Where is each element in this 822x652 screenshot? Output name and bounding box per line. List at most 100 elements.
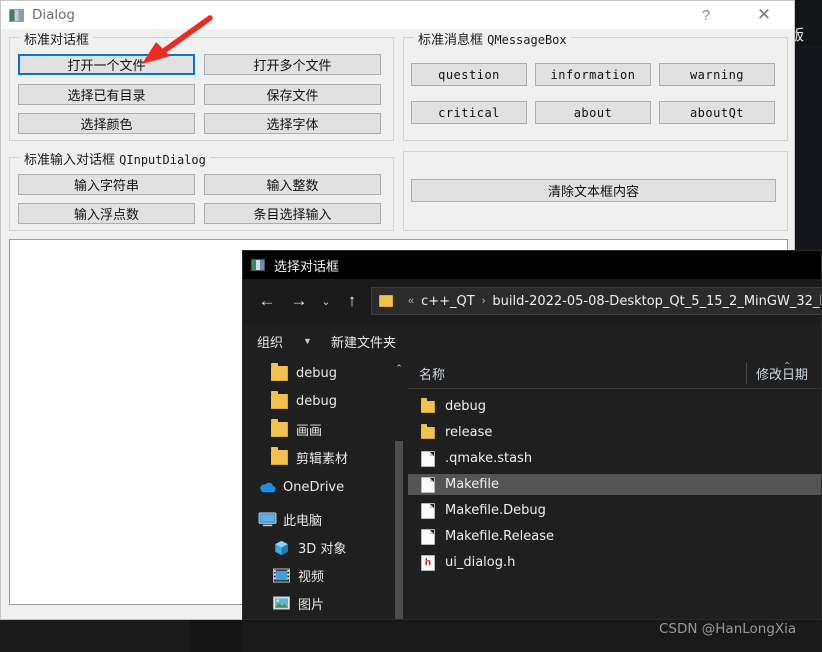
table-row[interactable]: Makefile.Debug 2022/5/8 15:05 <box>408 500 821 521</box>
column-header-date[interactable]: 修改日期 <box>756 359 808 388</box>
sidebar-item-label: 视频 <box>298 569 325 585</box>
organize-button[interactable]: 组织 <box>257 323 283 359</box>
group-message-box-title-en: QMessageBox <box>487 33 567 47</box>
group-standard-dialogs-title: 标准对话框 <box>20 29 94 48</box>
file-name: Makefile.Release <box>445 529 554 544</box>
breadcrumb-item-0[interactable]: c++_QT <box>421 294 475 309</box>
table-row[interactable]: Makefile.Release 2022/5/8 15:05 <box>408 526 821 547</box>
select-color-button[interactable]: 选择颜色 <box>18 113 195 134</box>
sidebar-item-onedrive[interactable]: OneDrive <box>258 473 344 501</box>
open-multiple-files-button[interactable]: 打开多个文件 <box>204 54 381 75</box>
folder-icon <box>271 362 288 381</box>
file-icon <box>421 502 435 519</box>
file-dialog-titlebar: 选择对话框 <box>243 251 821 279</box>
help-icon[interactable]: ? <box>684 1 728 29</box>
watermark-text: CSDN @HanLongXia <box>659 621 797 637</box>
new-folder-button[interactable]: 新建文件夹 <box>331 323 396 359</box>
file-name: ui_dialog.h <box>445 555 516 570</box>
computer-icon <box>258 511 277 527</box>
breadcrumb-separator-0: › <box>481 295 486 307</box>
msgbox-critical-button[interactable]: critical <box>411 101 527 124</box>
breadcrumb-item-1[interactable]: build-2022-05-08-Desktop_Qt_5_15_2_MinGW… <box>492 294 821 309</box>
sidebar-item-label: 3D 对象 <box>298 541 347 557</box>
table-row[interactable]: h ui_dialog.h 2022/5/8 15:05 <box>408 552 821 573</box>
msgbox-about-button[interactable]: about <box>535 101 651 124</box>
folder-icon <box>379 295 393 307</box>
group-message-box-title: 标准消息框 QMessageBox <box>414 29 571 48</box>
file-icon <box>421 450 435 467</box>
group-message-box-title-cn: 标准消息框 <box>418 33 484 48</box>
group-input-dialogs-title-en: QInputDialog <box>119 153 206 167</box>
group-message-box: 标准消息框 QMessageBox <box>403 29 788 141</box>
file-name: debug <box>445 399 486 414</box>
table-row[interactable]: release 2022/5/8 15:05 <box>408 422 821 443</box>
sidebar-item-debug-1[interactable]: debug <box>271 359 337 387</box>
input-item-select-button[interactable]: 条目选择输入 <box>204 203 381 224</box>
table-row[interactable]: debug 2022/5/12 19:59 <box>408 396 821 417</box>
msgbox-question-button[interactable]: question <box>411 63 527 86</box>
qt-window-title: Dialog <box>32 7 75 23</box>
video-icon <box>273 567 290 583</box>
sidebar-item-label: debug <box>296 365 337 381</box>
header-file-icon: h <box>421 554 435 571</box>
msgbox-warning-button[interactable]: warning <box>659 63 775 86</box>
column-header-name[interactable]: 名称 <box>419 359 445 388</box>
input-float-button[interactable]: 输入浮点数 <box>18 203 195 224</box>
column-divider <box>746 363 747 384</box>
sidebar-item-documents[interactable]: 文档 <box>273 617 324 619</box>
table-row[interactable]: Makefile 2022/5/8 15:05 <box>408 474 821 495</box>
chevron-down-icon[interactable]: ▼ <box>303 323 312 359</box>
select-existing-directory-button[interactable]: 选择已有目录 <box>18 84 195 105</box>
input-string-button[interactable]: 输入字符串 <box>18 174 195 195</box>
scroll-up-icon[interactable]: ⌃ <box>394 361 404 375</box>
cloud-icon <box>258 480 276 495</box>
table-row[interactable]: .qmake.stash 2022/5/8 15:05 <box>408 448 821 469</box>
app-window-icon <box>9 8 24 22</box>
sidebar-item-label: 此电脑 <box>283 513 323 529</box>
up-arrow-icon[interactable]: ↑ <box>339 279 365 323</box>
chevron-down-icon[interactable]: ⌄ <box>315 279 337 323</box>
folder-icon <box>421 423 435 439</box>
group-input-dialogs-title: 标准输入对话框 QInputDialog <box>20 149 210 168</box>
qt-titlebar: Dialog <box>1 1 794 29</box>
sidebar-item-label: debug <box>296 393 337 409</box>
sidebar-item-this-pc[interactable]: 此电脑 <box>258 505 322 533</box>
msgbox-information-button[interactable]: information <box>535 63 651 86</box>
folder-icon <box>271 446 288 465</box>
sidebar-item-label: 剪辑素材 <box>296 451 349 467</box>
sort-ascending-icon: ⌃ <box>783 361 792 372</box>
forward-arrow-icon[interactable]: → <box>285 279 313 323</box>
msgbox-aboutqt-button[interactable]: aboutQt <box>659 101 775 124</box>
folder-icon <box>271 390 288 409</box>
sidebar-item-label: 画画 <box>296 423 323 439</box>
file-open-dialog: 选择对话框 ← → ⌄ ↑ « c++_QT › build-2022-05-0… <box>242 250 822 620</box>
save-file-button[interactable]: 保存文件 <box>204 84 381 105</box>
sidebar-item-clips[interactable]: 剪辑素材 <box>271 443 348 471</box>
taskbar-segment-left <box>0 620 172 652</box>
file-name: Makefile <box>445 477 500 492</box>
sidebar-item-label: OneDrive <box>283 479 345 495</box>
group-input-dialogs-title-cn: 标准输入对话框 <box>24 153 116 168</box>
sidebar-item-huahua[interactable]: 画画 <box>271 415 322 443</box>
taskbar-segment-mid <box>190 620 242 652</box>
clear-textbox-button[interactable]: 清除文本框内容 <box>411 179 776 202</box>
file-icon <box>421 476 435 493</box>
file-dialog-app-icon <box>251 259 265 271</box>
sidebar-item-pictures[interactable]: 图片 <box>273 589 324 617</box>
address-bar[interactable]: « c++_QT › build-2022-05-08-Desktop_Qt_5… <box>371 287 821 315</box>
close-icon[interactable]: ✕ <box>742 1 786 29</box>
select-font-button[interactable]: 选择字体 <box>204 113 381 134</box>
breadcrumb-leading-separator: « <box>408 295 415 307</box>
sidebar-item-3d-objects[interactable]: 3D 对象 <box>273 533 346 561</box>
back-arrow-icon[interactable]: ← <box>253 279 281 323</box>
sidebar-scrollbar-thumb[interactable] <box>395 441 403 619</box>
sidebar-item-debug-2[interactable]: debug <box>271 387 337 415</box>
navigation-sidebar: debug debug 画画 剪辑素材 OneDrive 此电脑 3D 对象 视… <box>243 359 403 619</box>
open-single-file-button[interactable]: 打开一个文件 <box>18 54 195 75</box>
sidebar-item-label: 图片 <box>298 597 325 613</box>
sidebar-item-videos[interactable]: 视频 <box>273 561 324 589</box>
input-integer-button[interactable]: 输入整数 <box>204 174 381 195</box>
file-dialog-command-bar <box>243 323 821 359</box>
picture-icon <box>273 595 290 611</box>
file-name: .qmake.stash <box>445 451 533 466</box>
